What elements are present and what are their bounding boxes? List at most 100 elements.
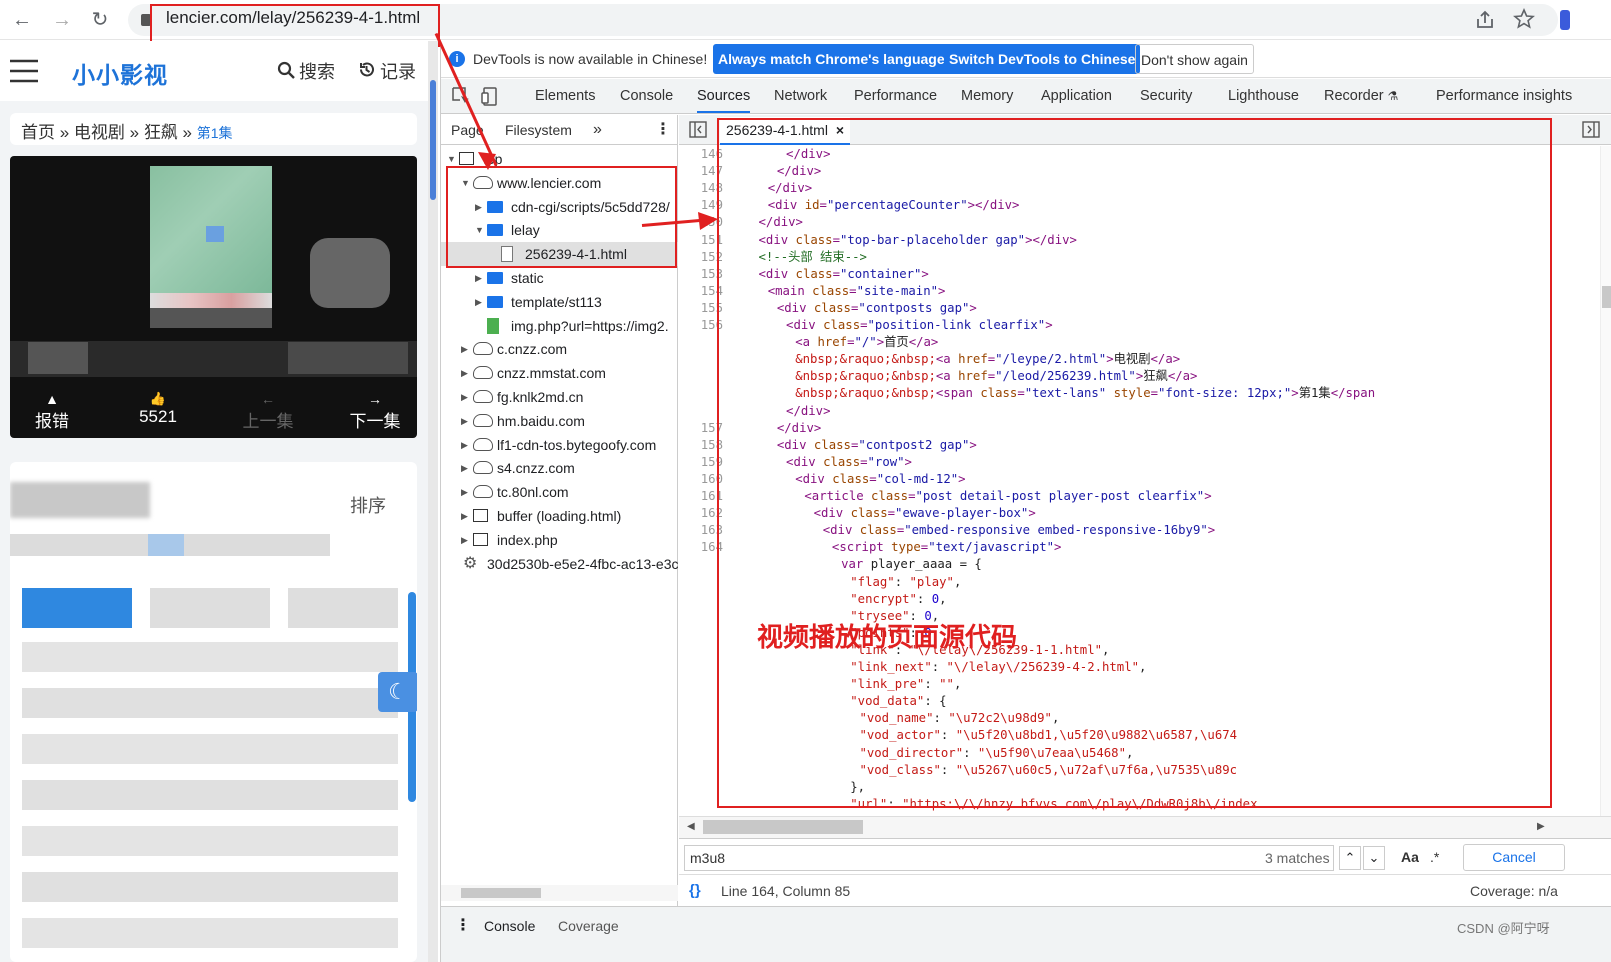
forward-icon[interactable]: →	[48, 6, 76, 34]
flask-icon: ⚗	[1387, 89, 1399, 103]
tab-filesystem[interactable]: Filesystem	[505, 115, 572, 145]
device-toolbar-icon[interactable]	[481, 85, 501, 107]
history-link[interactable]: 记录	[380, 58, 416, 84]
more-tabs-icon[interactable]: »	[593, 115, 602, 145]
menu-icon[interactable]	[10, 58, 38, 84]
tab-console[interactable]: Console	[620, 79, 673, 113]
code-vscroll-thumb[interactable]	[1602, 286, 1611, 308]
tree-item[interactable]: ⚙ 30d2530b-e5e2-4fbc-ac13-e3c	[441, 552, 678, 576]
search-icon[interactable]	[277, 61, 295, 79]
code-hscroll-thumb[interactable]	[703, 820, 863, 834]
tree-item[interactable]: ▶ hm.baidu.com	[441, 409, 678, 433]
next-episode-button[interactable]: → 下一集	[335, 391, 415, 432]
history-icon[interactable]	[358, 61, 375, 78]
expand-right-icon[interactable]: ▶	[461, 337, 468, 361]
back-icon[interactable]: ←	[8, 6, 36, 34]
navigator-hscroll[interactable]	[441, 885, 678, 901]
expand-right-icon[interactable]: ▶	[461, 361, 468, 385]
breadcrumb-home[interactable]: 首页	[21, 123, 55, 142]
drawer-tab-coverage[interactable]: Coverage	[558, 918, 619, 934]
site-logo[interactable]: 小小影视	[72, 56, 168, 90]
tree-item[interactable]: ▶ buffer (loading.html)	[441, 504, 678, 528]
toggle-debugger-icon[interactable]	[1582, 121, 1600, 138]
blurred-block	[22, 872, 398, 902]
tree-item[interactable]: ▶ s4.cnzz.com	[441, 456, 678, 480]
thumb-icon: 👍	[149, 391, 167, 406]
tree-highlight-box	[446, 166, 677, 268]
toggle-navigator-icon[interactable]	[689, 121, 707, 138]
tab-recorder[interactable]: Recorder ⚗	[1324, 79, 1398, 113]
tree-item[interactable]: ▶ template/st113	[441, 290, 678, 314]
scroll-left-icon[interactable]: ◀	[687, 821, 695, 832]
tree-item-label: template/st113	[511, 293, 602, 310]
expand-right-icon[interactable]: ▶	[461, 480, 468, 504]
switch-chinese-button[interactable]: Switch DevTools to Chinese	[944, 44, 1141, 74]
expand-right-icon[interactable]: ▶	[475, 290, 482, 314]
tab-security[interactable]: Security	[1140, 79, 1192, 113]
tree-item[interactable]: ▶ tc.80nl.com	[441, 480, 678, 504]
share-icon[interactable]	[1474, 9, 1496, 31]
navigator-hscroll-thumb[interactable]	[461, 888, 541, 898]
breadcrumb-sep: »	[124, 123, 144, 142]
reload-icon[interactable]: ↻	[86, 6, 114, 34]
code-hscroll[interactable]: ◀ ▶	[679, 816, 1611, 838]
scroll-right-icon[interactable]: ▶	[1537, 821, 1545, 832]
tab-performance-insights[interactable]: Performance insights	[1436, 79, 1572, 113]
tab-application[interactable]: Application	[1041, 79, 1112, 113]
expand-right-icon[interactable]: ▶	[461, 385, 468, 409]
tab-lighthouse[interactable]: Lighthouse	[1228, 79, 1299, 113]
expand-right-icon[interactable]: ▶	[461, 456, 468, 480]
profile-icon[interactable]	[1560, 10, 1570, 30]
pixel-block	[150, 293, 272, 309]
blurred-block	[288, 588, 398, 628]
code-vscroll[interactable]	[1600, 146, 1611, 818]
tree-item[interactable]: ▶ c.cnzz.com	[441, 337, 678, 361]
expand-right-icon[interactable]: ▶	[461, 433, 468, 457]
cloud-icon	[473, 413, 493, 427]
cancel-button[interactable]: Cancel	[1463, 844, 1565, 871]
chevron-up-icon[interactable]: ⌃	[1339, 846, 1361, 870]
regex-toggle[interactable]: .*	[1430, 849, 1439, 865]
tree-item[interactable]: ▶ static	[441, 266, 678, 290]
pretty-print-icon[interactable]: {}	[689, 882, 701, 899]
devtools-infobar: i DevTools is now available in Chinese! …	[441, 41, 1611, 78]
star-icon[interactable]	[1513, 8, 1535, 30]
dont-show-again-button[interactable]: Don't show again	[1135, 44, 1254, 74]
arrow-head-icon	[478, 152, 496, 170]
site-scrollbar-thumb[interactable]	[430, 80, 436, 200]
sort-label[interactable]: 排序	[350, 492, 386, 518]
expand-right-icon[interactable]: ▶	[461, 504, 468, 528]
prev-episode-button[interactable]: ← 上一集	[228, 391, 308, 432]
search-link[interactable]: 搜索	[299, 58, 335, 84]
tab-network[interactable]: Network	[774, 79, 827, 113]
coverage-status[interactable]: Coverage: n/a	[1470, 883, 1558, 899]
tab-performance[interactable]: Performance	[854, 79, 937, 113]
tree-item[interactable]: ▶ cnzz.mmstat.com	[441, 361, 678, 385]
breadcrumb: 首页 » 电视剧 » 狂飙 » 第1集	[10, 113, 417, 145]
tree-item[interactable]: ▶ lf1-cdn-tos.bytegoofy.com	[441, 433, 678, 457]
drawer-tab-console[interactable]: Console	[484, 918, 535, 934]
breadcrumb-title[interactable]: 狂飙	[144, 123, 178, 142]
match-language-button[interactable]: Always match Chrome's language	[713, 44, 950, 74]
tab-elements[interactable]: Elements	[535, 79, 595, 113]
chevron-down-icon[interactable]: ⌄	[1363, 846, 1385, 870]
tree-item[interactable]: ▶ fg.knlk2md.cn	[441, 385, 678, 409]
blurred-block	[22, 826, 398, 856]
expand-right-icon[interactable]: ▶	[461, 409, 468, 433]
expand-right-icon[interactable]: ▶	[461, 528, 468, 552]
drawer-menu-icon[interactable]: ⋮	[455, 915, 471, 935]
report-button[interactable]: ▲ 报错	[12, 391, 92, 432]
tab-memory[interactable]: Memory	[961, 79, 1013, 113]
moon-icon[interactable]: ☾	[378, 672, 417, 712]
tree-item[interactable]: img.php?url=https://img2.	[441, 314, 678, 338]
kebab-menu-icon[interactable]: ⋮	[655, 115, 671, 145]
expand-right-icon[interactable]: ▶	[475, 266, 482, 290]
tree-item[interactable]: ▶ index.php	[441, 528, 678, 552]
like-button[interactable]: 👍 5521	[118, 391, 198, 427]
video-player[interactable]: ▲ 报错 👍 5521 ← 上一集 → 下一集	[10, 156, 417, 438]
tab-sources[interactable]: Sources	[697, 79, 751, 113]
blurred-block	[150, 588, 270, 628]
breadcrumb-category[interactable]: 电视剧	[74, 123, 125, 142]
search-input[interactable]	[684, 845, 1334, 871]
match-case-toggle[interactable]: Aa	[1401, 849, 1419, 865]
